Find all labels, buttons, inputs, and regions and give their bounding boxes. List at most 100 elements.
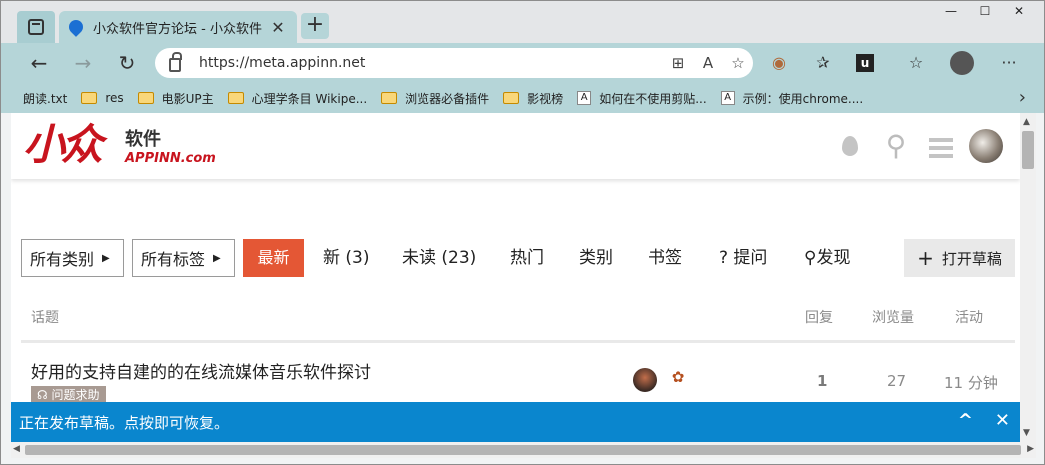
header-views[interactable]: 浏览量: [872, 307, 914, 327]
extension-u-icon[interactable]: u: [856, 54, 874, 72]
category-icon: ☊: [37, 388, 52, 402]
topic-table-header: 话题 回复 浏览量 活动: [21, 303, 1015, 343]
caret-right-icon: ▶: [213, 252, 221, 264]
bookmark-item[interactable]: 心理学条目 Wikipe...: [227, 90, 367, 107]
a-page-icon: A: [720, 91, 735, 105]
bookmark-item[interactable]: 朗读.txt: [11, 90, 68, 209]
extension-icon[interactable]: ◉: [767, 51, 791, 75]
views-count: 27: [887, 372, 907, 390]
bookmark-item[interactable]: 电影UP主: [137, 90, 214, 107]
logo-text-en[interactable]: APPINN.com: [125, 151, 216, 166]
table-row[interactable]: 好用的支持自建的的在线流媒体音乐软件探讨 ☊ 问题求助 ✿ 1 27 11 分钟: [21, 348, 1015, 408]
scroll-thumb[interactable]: [25, 445, 1021, 455]
header-activity[interactable]: 活动: [955, 307, 983, 327]
favorites-add-icon[interactable]: ☆: [723, 54, 753, 72]
tags-dropdown[interactable]: 所有标签 ▶: [132, 239, 235, 277]
browser-window: 小众软件官方论坛 - 小众软件 ✕ + — ☐ ✕ ← → ↻ https://…: [0, 0, 1045, 465]
browser-toolbar: ← → ↻ https://meta.appinn.net ⊞ A ☆ ◉ ✰ …: [1, 43, 1044, 83]
tab-unread[interactable]: 未读 (23): [402, 239, 476, 277]
drop-icon[interactable]: [835, 131, 865, 161]
apps-icon[interactable]: ⊞: [663, 54, 693, 72]
close-draft-button[interactable]: ✕: [995, 410, 1010, 431]
scroll-left-icon[interactable]: ◀: [13, 444, 20, 454]
tab-latest[interactable]: 最新: [243, 239, 304, 277]
activity-time[interactable]: 11 分钟: [944, 372, 998, 393]
draft-message[interactable]: 正在发布草稿。点按即可恢复。: [19, 412, 229, 433]
profile-avatar[interactable]: [950, 51, 974, 75]
scroll-up-icon[interactable]: ▲: [1023, 117, 1030, 127]
more-icon[interactable]: ···: [997, 51, 1021, 75]
tab-actions-icon: [28, 19, 44, 35]
bookmark-item[interactable]: res: [81, 91, 124, 105]
favorites-icon[interactable]: ✰: [811, 51, 835, 75]
bookmark-item[interactable]: 浏览器必备插件: [381, 90, 489, 107]
web-page: 小众 软件 APPINN.com ⚲ 所有类别 ▶ 所有标签 ▶ 最新 新 (3…: [11, 113, 1020, 442]
poster-avatar[interactable]: ✿: [667, 368, 689, 390]
bookmark-label: 电影UP主: [161, 91, 214, 106]
folder-icon: [81, 92, 98, 104]
lock-icon[interactable]: [169, 52, 182, 72]
replies-count: 1: [817, 372, 828, 390]
tab-new[interactable]: 新 (3): [323, 239, 369, 277]
new-tab-button[interactable]: +: [301, 13, 329, 39]
collections-icon[interactable]: ☆: [904, 51, 928, 75]
vertical-scrollbar[interactable]: ▲ ▼: [1020, 113, 1036, 442]
folder-icon: [137, 92, 154, 104]
open-draft-label: 打开草稿: [941, 249, 1002, 268]
back-button[interactable]: ←: [25, 49, 53, 77]
scroll-thumb[interactable]: [1022, 131, 1034, 169]
caret-right-icon: ▶: [102, 252, 110, 264]
tab-actions-button[interactable]: [17, 11, 55, 43]
header-replies[interactable]: 回复: [805, 307, 833, 327]
window-controls: — ☐ ✕: [934, 3, 1036, 23]
categories-dropdown[interactable]: 所有类别 ▶: [21, 239, 124, 277]
close-window-button[interactable]: ✕: [1002, 3, 1036, 23]
tab-top[interactable]: 热门: [510, 239, 544, 277]
tab-discover[interactable]: ⚲发现: [804, 239, 850, 277]
categories-label: 所有类别: [30, 250, 95, 269]
bookmark-label: 如何在不使用剪贴...: [599, 91, 707, 106]
poster-avatar[interactable]: [633, 368, 657, 392]
draft-restore-bar[interactable]: 正在发布草稿。点按即可恢复。 ^ ✕: [11, 402, 1020, 442]
bookmarks-more-button[interactable]: ›: [1019, 87, 1026, 108]
minimize-button[interactable]: —: [934, 3, 968, 23]
menu-icon[interactable]: [926, 131, 956, 161]
tab-close-button[interactable]: ✕: [269, 18, 287, 37]
horizontal-scrollbar[interactable]: ◀ ▶: [11, 442, 1036, 458]
search-small-icon: ⚲: [804, 248, 817, 268]
tab-categories[interactable]: 类别: [579, 239, 613, 277]
url-text[interactable]: https://meta.appinn.net: [199, 55, 663, 71]
open-draft-button[interactable]: + 打开草稿: [904, 239, 1015, 277]
bookmark-item[interactable]: 影视榜: [503, 90, 563, 107]
topic-title[interactable]: 好用的支持自建的的在线流媒体音乐软件探讨: [31, 358, 371, 383]
topic-filter-nav: 所有类别 ▶ 所有标签 ▶ 最新 新 (3) 未读 (23) 热门 类别 书签 …: [21, 239, 1017, 279]
user-avatar[interactable]: [969, 129, 1003, 163]
refresh-button[interactable]: ↻: [113, 49, 141, 77]
forward-button[interactable]: →: [69, 49, 97, 77]
folder-icon: [503, 92, 520, 104]
tab-title: 小众软件官方论坛 - 小众软件: [93, 21, 262, 37]
logo-text-cn[interactable]: 软件: [125, 125, 161, 151]
draft-bar-actions: ^ ✕: [958, 410, 1010, 431]
bookmark-label: res: [105, 91, 124, 105]
bookmark-label: 示例：使用chrome....: [742, 91, 864, 106]
maximize-button[interactable]: ☐: [968, 3, 1002, 23]
scroll-right-icon[interactable]: ▶: [1027, 444, 1034, 454]
header-topic[interactable]: 话题: [31, 307, 59, 327]
tab-bookmarks[interactable]: 书签: [648, 239, 682, 277]
tab-ask[interactable]: ? 提问: [719, 239, 767, 277]
logo-mark[interactable]: 小众: [23, 121, 103, 169]
scroll-down-icon[interactable]: ▼: [1023, 428, 1030, 438]
browser-tab[interactable]: 小众软件官方论坛 - 小众软件 ✕: [59, 11, 297, 43]
bookmark-item[interactable]: A 如何在不使用剪贴...: [577, 90, 707, 107]
read-aloud-icon[interactable]: A: [693, 54, 723, 72]
bookmark-item[interactable]: A 示例：使用chrome....: [720, 90, 864, 107]
address-bar[interactable]: https://meta.appinn.net ⊞ A ☆: [155, 48, 753, 78]
search-icon[interactable]: ⚲: [881, 131, 911, 161]
bookmarks-bar: 朗读.txt res 电影UP主 心理学条目 Wikipe... 浏览器必备插件…: [1, 83, 1044, 209]
folder-icon: [381, 92, 398, 104]
category-label: 问题求助: [51, 388, 100, 402]
expand-draft-button[interactable]: ^: [958, 410, 973, 431]
plus-icon: +: [917, 246, 934, 270]
bookmark-label: 朗读.txt: [23, 91, 68, 106]
